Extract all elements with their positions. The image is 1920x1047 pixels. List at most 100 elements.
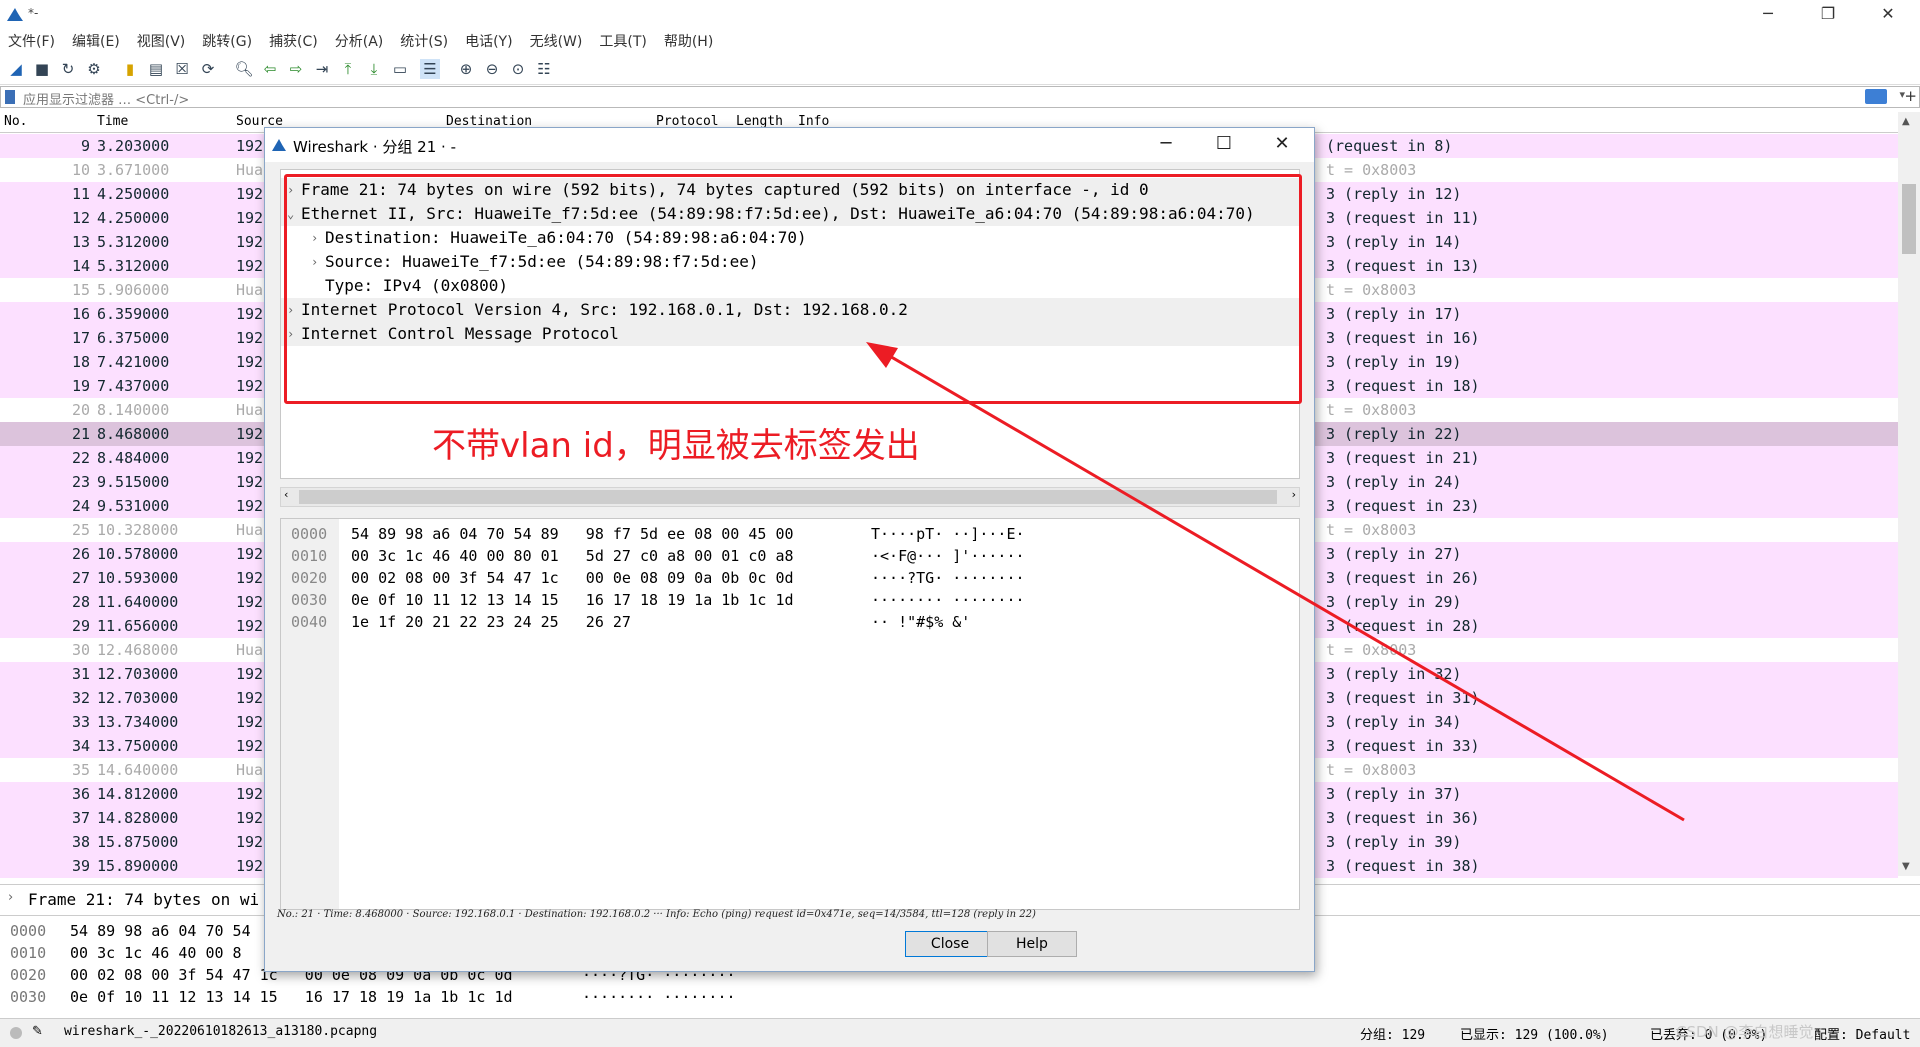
- cell-info: 3 (reply in 29): [1326, 593, 1462, 611]
- wireshark-logo-icon: [7, 8, 23, 21]
- cell-info: t = 0x8003: [1326, 761, 1417, 779]
- cell-src: 192: [236, 329, 264, 347]
- resize-columns-icon[interactable]: ☷: [534, 59, 554, 79]
- cell-no: 10: [71, 161, 90, 179]
- cell-no: 9: [80, 137, 90, 155]
- stop-capture-icon[interactable]: ■: [32, 59, 52, 79]
- bytes-hex: 0e 0f 10 11 12 13 14 15 16 17 18 19 1a 1…: [70, 988, 513, 1006]
- bytes-asc: ········ ········: [871, 591, 1025, 609]
- edit-comment-icon[interactable]: ✎: [32, 1024, 43, 1039]
- zoom-in-icon[interactable]: ⊕: [456, 59, 476, 79]
- cell-time: 12.703000: [97, 665, 179, 683]
- cell-src: 192: [236, 689, 264, 707]
- tree-horizontal-scrollbar[interactable]: ‹ ›: [280, 487, 1300, 507]
- menu-item[interactable]: 统计(S): [392, 30, 457, 54]
- autoscroll-icon[interactable]: ▭: [390, 59, 410, 79]
- menu-item[interactable]: 文件(F): [0, 30, 64, 54]
- cell-info: 3 (reply in 39): [1326, 833, 1462, 851]
- cell-src: 192: [236, 377, 264, 395]
- cell-src: 192: [236, 473, 264, 491]
- dialog-close-button[interactable]: ✕: [1254, 130, 1310, 160]
- find-packet-icon[interactable]: 🔍︎: [234, 59, 254, 79]
- cell-time: 8.484000: [97, 449, 170, 467]
- restart-capture-icon[interactable]: ↻: [58, 59, 78, 79]
- go-forward-icon[interactable]: ⇨: [286, 59, 306, 79]
- first-packet-icon[interactable]: ⤒: [338, 59, 358, 79]
- cell-info: 3 (reply in 17): [1326, 305, 1462, 323]
- column-header[interactable]: Time: [97, 114, 128, 129]
- open-file-icon[interactable]: ▮: [120, 59, 140, 79]
- menu-item[interactable]: 工具(T): [591, 30, 655, 54]
- cell-src: 192: [236, 449, 264, 467]
- cell-no: 37: [71, 809, 90, 827]
- menu-item[interactable]: 电话(Y): [457, 30, 521, 54]
- save-file-icon[interactable]: ▤: [146, 59, 166, 79]
- bookmark-icon[interactable]: [5, 90, 15, 104]
- close-window-button[interactable]: ✕: [1860, 0, 1916, 30]
- cell-info: t = 0x8003: [1326, 401, 1417, 419]
- help-button[interactable]: Help: [987, 931, 1077, 957]
- detail-summary[interactable]: Frame 21: 74 bytes on wi: [28, 890, 259, 909]
- bytes-off: 0020: [10, 966, 47, 984]
- status-displayed: 已显示: 129 (100.0%): [1460, 1028, 1609, 1043]
- bytes-off: 0030: [10, 988, 47, 1006]
- cell-info: 3 (request in 31): [1326, 689, 1480, 707]
- menu-item[interactable]: 无线(W): [522, 30, 592, 54]
- packet-list-scrollbar[interactable]: ▲ ▼: [1898, 112, 1920, 876]
- cell-src: 192: [236, 137, 264, 155]
- cell-src: Hua: [236, 521, 264, 539]
- cell-time: 10.328000: [97, 521, 179, 539]
- apply-filter-icon[interactable]: [1865, 89, 1887, 104]
- bytes-line: 0040 1e 1f 20 21 22 23 24 25 26 27 ·· !"#$…: [281, 611, 1281, 633]
- menu-item[interactable]: 视图(V): [129, 30, 195, 54]
- status-profile[interactable]: 配置: Default: [1814, 1024, 1910, 1043]
- minimize-button[interactable]: ─: [1740, 0, 1796, 30]
- cell-time: 9.531000: [97, 497, 170, 515]
- bytes-off: 0010: [291, 547, 328, 565]
- cell-time: 5.906000: [97, 281, 170, 299]
- cell-time: 7.421000: [97, 353, 170, 371]
- menu-item[interactable]: 跳转(G): [194, 30, 261, 54]
- cell-info: 3 (request in 23): [1326, 497, 1480, 515]
- dialog-maximize-button[interactable]: ☐: [1196, 130, 1252, 160]
- bytes-asc: ·· !"#$% &': [871, 613, 971, 631]
- zoom-out-icon[interactable]: ⊖: [482, 59, 502, 79]
- expand-icon[interactable]: ›: [8, 890, 13, 905]
- add-filter-button-icon[interactable]: +: [1904, 87, 1917, 105]
- menu-item[interactable]: 捕获(C): [261, 30, 327, 54]
- cell-src: 192: [236, 233, 264, 251]
- dialog-status-line: No.: 21 · Time: 8.468000 · Source: 192.1…: [277, 909, 1036, 920]
- go-back-icon[interactable]: ⇦: [260, 59, 280, 79]
- last-packet-icon[interactable]: ⤓: [364, 59, 384, 79]
- cell-time: 6.375000: [97, 329, 170, 347]
- cell-time: 12.468000: [97, 641, 179, 659]
- menu-item[interactable]: 分析(A): [327, 30, 393, 54]
- cell-info: 3 (request in 16): [1326, 329, 1480, 347]
- bytes-hex: 0e 0f 10 11 12 13 14 15 16 17 18 19 1a 1…: [351, 591, 794, 609]
- cell-time: 13.750000: [97, 737, 179, 755]
- dialog-minimize-button[interactable]: ─: [1138, 130, 1194, 160]
- display-filter-input[interactable]: 应用显示过滤器 … <Ctrl-/>: [23, 89, 189, 108]
- cell-info: 3 (reply in 19): [1326, 353, 1462, 371]
- maximize-button[interactable]: ❐: [1800, 0, 1856, 30]
- cell-no: 14: [71, 257, 90, 275]
- normal-size-icon[interactable]: ⊙: [508, 59, 528, 79]
- cell-time: 14.828000: [97, 809, 179, 827]
- go-to-packet-icon[interactable]: ⇥: [312, 59, 332, 79]
- cell-src: 192: [236, 713, 264, 731]
- start-capture-icon[interactable]: ◢: [6, 59, 26, 79]
- bytes-hex: 00 3c 1c 46 40 00 8: [70, 944, 242, 962]
- cell-src: 192: [236, 737, 264, 755]
- cell-src: 192: [236, 305, 264, 323]
- column-header[interactable]: No.: [4, 114, 27, 129]
- cell-time: 15.875000: [97, 833, 179, 851]
- close-button[interactable]: Close: [905, 931, 995, 957]
- menu-item[interactable]: 编辑(E): [64, 30, 129, 54]
- reload-file-icon[interactable]: ⟳: [198, 59, 218, 79]
- menu-item[interactable]: 帮助(H): [656, 30, 722, 54]
- cell-time: 15.890000: [97, 857, 179, 875]
- cell-info: t = 0x8003: [1326, 281, 1417, 299]
- close-file-icon[interactable]: ☒: [172, 59, 192, 79]
- capture-options-icon[interactable]: ⚙: [84, 59, 104, 79]
- colorize-icon[interactable]: ☰: [420, 59, 440, 79]
